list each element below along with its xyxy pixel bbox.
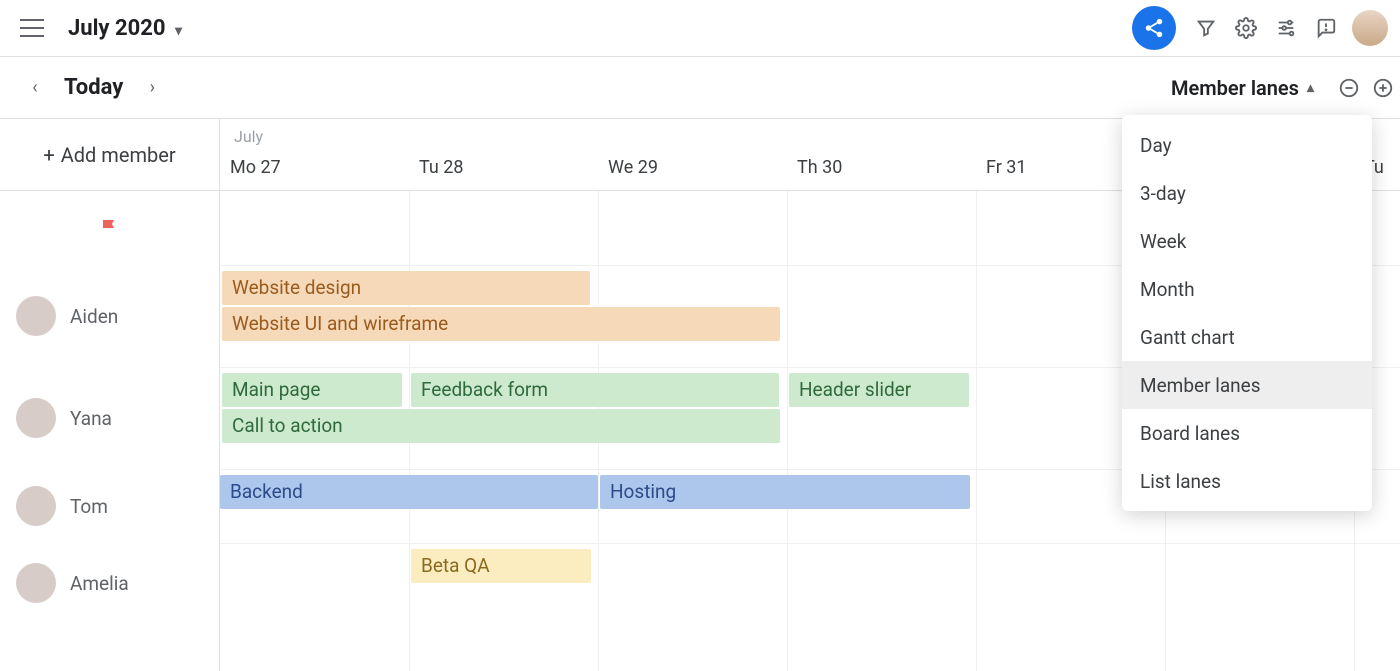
avatar (16, 563, 56, 603)
task-bar[interactable]: Header slider (789, 373, 969, 407)
member-name: Yana (70, 407, 112, 430)
zoom-in-button[interactable] (1366, 71, 1400, 105)
view-option-3day[interactable]: 3-day (1122, 169, 1372, 217)
task-bar[interactable]: Feedback form (411, 373, 779, 407)
add-member-button[interactable]: + Add member (0, 119, 219, 191)
title-text: July 2020 (68, 16, 165, 41)
today-button[interactable]: Today (64, 75, 123, 100)
view-option-board-lanes[interactable]: Board lanes (1122, 409, 1372, 457)
task-bar[interactable]: Call to action (222, 409, 780, 443)
view-option-gantt[interactable]: Gantt chart (1122, 313, 1372, 361)
caret-down-icon: ▾ (175, 23, 182, 39)
minus-circle-icon (1338, 77, 1360, 99)
view-option-month[interactable]: Month (1122, 265, 1372, 313)
view-dropdown: Day 3-day Week Month Gantt chart Member … (1122, 115, 1372, 511)
member-lane-tom[interactable]: Tom (0, 469, 219, 543)
member-sidebar: + Add member Aiden Yana Tom Amelia (0, 119, 220, 671)
member-lane-yana[interactable]: Yana (0, 367, 219, 469)
tune-button[interactable] (1266, 8, 1306, 48)
member-name: Aiden (70, 305, 118, 328)
zoom-out-button[interactable] (1332, 71, 1366, 105)
next-button[interactable]: › (137, 77, 167, 98)
prev-button[interactable]: ‹ (20, 77, 50, 98)
gear-icon (1235, 17, 1257, 39)
menu-icon[interactable] (20, 19, 44, 37)
view-selector-label: Member lanes (1171, 76, 1299, 100)
feedback-icon (1315, 17, 1337, 39)
share-button[interactable] (1132, 6, 1176, 50)
filter-icon (1195, 17, 1217, 39)
view-selector[interactable]: Member lanes ▴ (1171, 76, 1314, 100)
caret-up-icon: ▴ (1307, 80, 1314, 96)
avatar (16, 398, 56, 438)
settings-button[interactable] (1226, 8, 1266, 48)
plus-icon: + (43, 143, 54, 167)
page-title[interactable]: July 2020 ▾ (68, 16, 182, 41)
task-bar[interactable]: Main page (222, 373, 402, 407)
sub-bar: ‹ Today › Member lanes ▴ Day 3-day Week … (0, 57, 1400, 119)
add-member-label: Add member (61, 143, 176, 167)
day-header: Th 30 (787, 157, 976, 190)
member-name: Amelia (70, 572, 129, 595)
user-avatar[interactable] (1352, 10, 1388, 46)
feedback-button[interactable] (1306, 8, 1346, 48)
task-bar[interactable]: Website UI and wireframe (222, 307, 780, 341)
flagged-lane-header[interactable] (0, 191, 219, 265)
task-bar[interactable]: Backend (220, 475, 598, 509)
day-header: Tu 28 (409, 157, 598, 190)
flag-icon (98, 216, 122, 240)
day-header: We 29 (598, 157, 787, 190)
task-bar[interactable]: Hosting (600, 475, 970, 509)
view-option-day[interactable]: Day (1122, 121, 1372, 169)
top-bar: July 2020 ▾ (0, 0, 1400, 57)
view-option-member-lanes[interactable]: Member lanes (1122, 361, 1372, 409)
member-lane-aiden[interactable]: Aiden (0, 265, 219, 367)
plus-circle-icon (1372, 77, 1394, 99)
view-option-list-lanes[interactable]: List lanes (1122, 457, 1372, 505)
member-lane-amelia[interactable]: Amelia (0, 543, 219, 623)
filter-button[interactable] (1186, 8, 1226, 48)
share-icon (1143, 17, 1165, 39)
member-name: Tom (70, 495, 108, 518)
avatar (16, 486, 56, 526)
task-bar[interactable]: Beta QA (411, 549, 591, 583)
day-header: Mo 27 (220, 157, 409, 190)
month-label: July (234, 127, 263, 146)
avatar (16, 296, 56, 336)
sliders-icon (1275, 17, 1297, 39)
view-option-week[interactable]: Week (1122, 217, 1372, 265)
task-bar[interactable]: Website design (222, 271, 590, 305)
